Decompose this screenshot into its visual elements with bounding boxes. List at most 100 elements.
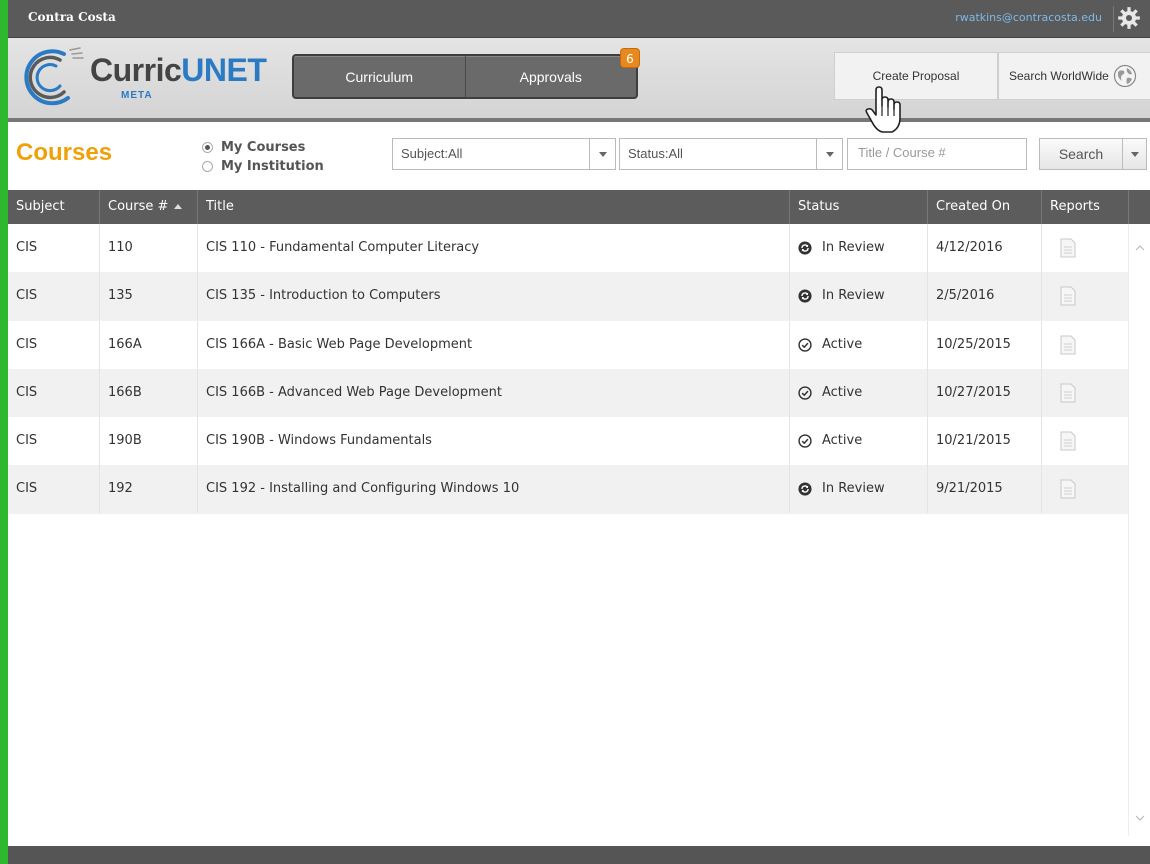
radio-label: My Courses [221,140,306,155]
courses-table-body: CIS 110 CIS 110 - Fundamental Computer L… [8,224,1128,514]
cell-reports [1042,369,1128,417]
column-header-created-on[interactable]: Created On [928,190,1042,224]
filter-bar: Courses My Courses My Institution Subjec… [8,118,1150,190]
document-icon[interactable] [1060,431,1076,451]
chevron-down-icon[interactable] [816,139,842,169]
column-header-reports[interactable]: Reports [1042,190,1128,224]
cell-status: In Review [790,465,928,514]
search-placeholder: Title / Course # [858,145,946,160]
cell-created-on: 2/5/2016 [928,272,1042,321]
cell-status: In Review [790,224,928,272]
subject-select[interactable]: Subject:All [392,138,616,170]
table-row[interactable]: CIS 166B CIS 166B - Advanced Web Page De… [8,368,1128,418]
curricunet-logo[interactable]: CurricUNET META [18,46,267,110]
tab-curriculum[interactable]: Curriculum [294,56,465,97]
search-button-label: Search [1058,146,1104,162]
cell-reports [1042,465,1128,513]
search-options-chevron-icon[interactable] [1122,139,1146,169]
cell-subject: CIS [8,320,100,369]
cell-title[interactable]: CIS 166A - Basic Web Page Development [198,320,790,369]
cell-created-on: 10/25/2015 [928,320,1042,369]
app-header: CurricUNET META Curriculum Approvals 6 C… [8,38,1150,118]
cell-course-number: 166A [100,320,198,369]
cell-created-on: 9/21/2015 [928,465,1042,514]
column-header-status[interactable]: Status [790,190,928,224]
table-row[interactable]: CIS 166A CIS 166A - Basic Web Page Devel… [8,320,1128,369]
user-email-link[interactable]: rwatkins@contracosta.edu [955,11,1102,24]
document-icon[interactable] [1060,238,1076,258]
radio-my-courses[interactable]: My Courses [202,138,324,157]
table-row[interactable]: CIS 135 CIS 135 - Introduction to Comput… [8,272,1128,321]
status-select[interactable]: Status:All [619,138,843,170]
cell-reports [1042,272,1128,320]
check-circle-icon [798,434,812,448]
cell-title[interactable]: CIS 190B - Windows Fundamentals [198,417,790,466]
app-window: Contra Costa rwatkins@contracosta.edu Cu… [8,0,1150,864]
cell-created-on: 10/21/2015 [928,417,1042,466]
cell-subject: CIS [8,465,100,514]
cell-title[interactable]: CIS 192 - Installing and Configuring Win… [198,465,790,514]
cell-title[interactable]: CIS 110 - Fundamental Computer Literacy [198,224,790,272]
refresh-icon [798,482,812,497]
cell-reports [1042,417,1128,465]
cell-course-number: 166B [100,368,198,417]
table-row[interactable]: CIS 190B CIS 190B - Windows Fundamentals… [8,417,1128,466]
cell-created-on: 4/12/2016 [928,224,1042,272]
check-circle-icon [798,386,812,400]
cell-created-on: 10/27/2015 [928,368,1042,417]
document-icon[interactable] [1060,479,1076,499]
radio-label: My Institution [221,159,324,174]
page-title: Courses [16,139,113,166]
search-input[interactable]: Title / Course # [847,138,1027,170]
create-proposal-button[interactable]: Create Proposal [834,52,998,100]
table-row[interactable]: CIS 110 CIS 110 - Fundamental Computer L… [8,224,1128,272]
cell-status: Active [790,320,928,369]
tab-approvals[interactable]: Approvals [464,56,637,97]
create-proposal-label: Create Proposal [872,69,960,83]
top-bar: Contra Costa rwatkins@contracosta.edu [8,0,1150,38]
column-header-subject[interactable]: Subject [8,190,100,224]
scope-radio-group: My Courses My Institution [202,138,324,176]
document-icon[interactable] [1060,383,1076,403]
gear-icon[interactable] [1116,5,1142,31]
column-header-course-number[interactable]: Course # [100,190,198,224]
cell-title[interactable]: CIS 166B - Advanced Web Page Development [198,368,790,417]
document-icon[interactable] [1060,335,1076,355]
chevron-down-icon[interactable] [589,139,615,169]
chevron-up-icon[interactable] [1134,242,1146,254]
cell-subject: CIS [8,224,100,272]
cell-reports [1042,224,1128,272]
cell-course-number: 135 [100,272,198,321]
cell-reports [1042,321,1128,369]
radio-button[interactable] [202,161,213,172]
cell-status: In Review [790,272,928,321]
cell-status: Active [790,417,928,466]
table-row[interactable]: CIS 192 CIS 192 - Installing and Configu… [8,465,1128,514]
approvals-count-badge: 6 [620,48,640,68]
table-header: Subject Course # Title Status Created On… [8,190,1128,224]
cell-subject: CIS [8,272,100,321]
cell-subject: CIS [8,417,100,466]
sort-ascending-icon [174,204,183,209]
refresh-icon [798,289,812,303]
radio-my-institution[interactable]: My Institution [202,157,324,176]
cell-title[interactable]: CIS 135 - Introduction to Computers [198,272,790,321]
check-circle-icon [798,337,812,352]
column-header-title[interactable]: Title [198,190,790,224]
search-worldwide-button[interactable]: Search WorldWide [998,52,1150,100]
document-icon[interactable] [1060,286,1076,306]
search-button[interactable]: Search [1039,138,1147,170]
refresh-icon [798,241,812,255]
institution-name: Contra Costa [28,10,116,24]
cell-course-number: 110 [100,224,198,272]
logo-subtitle: META [121,90,153,101]
radio-button-selected[interactable] [202,142,213,153]
chevron-down-icon[interactable] [1134,812,1146,824]
logo-wordmark: CurricUNET [90,52,267,88]
globe-icon [1113,64,1136,88]
logo-swirl-icon [24,47,84,106]
cell-subject: CIS [8,368,100,417]
main-nav: Curriculum Approvals [292,54,638,99]
table-scrollbar[interactable] [1128,224,1150,836]
subject-select-value: Subject:All [401,146,463,161]
